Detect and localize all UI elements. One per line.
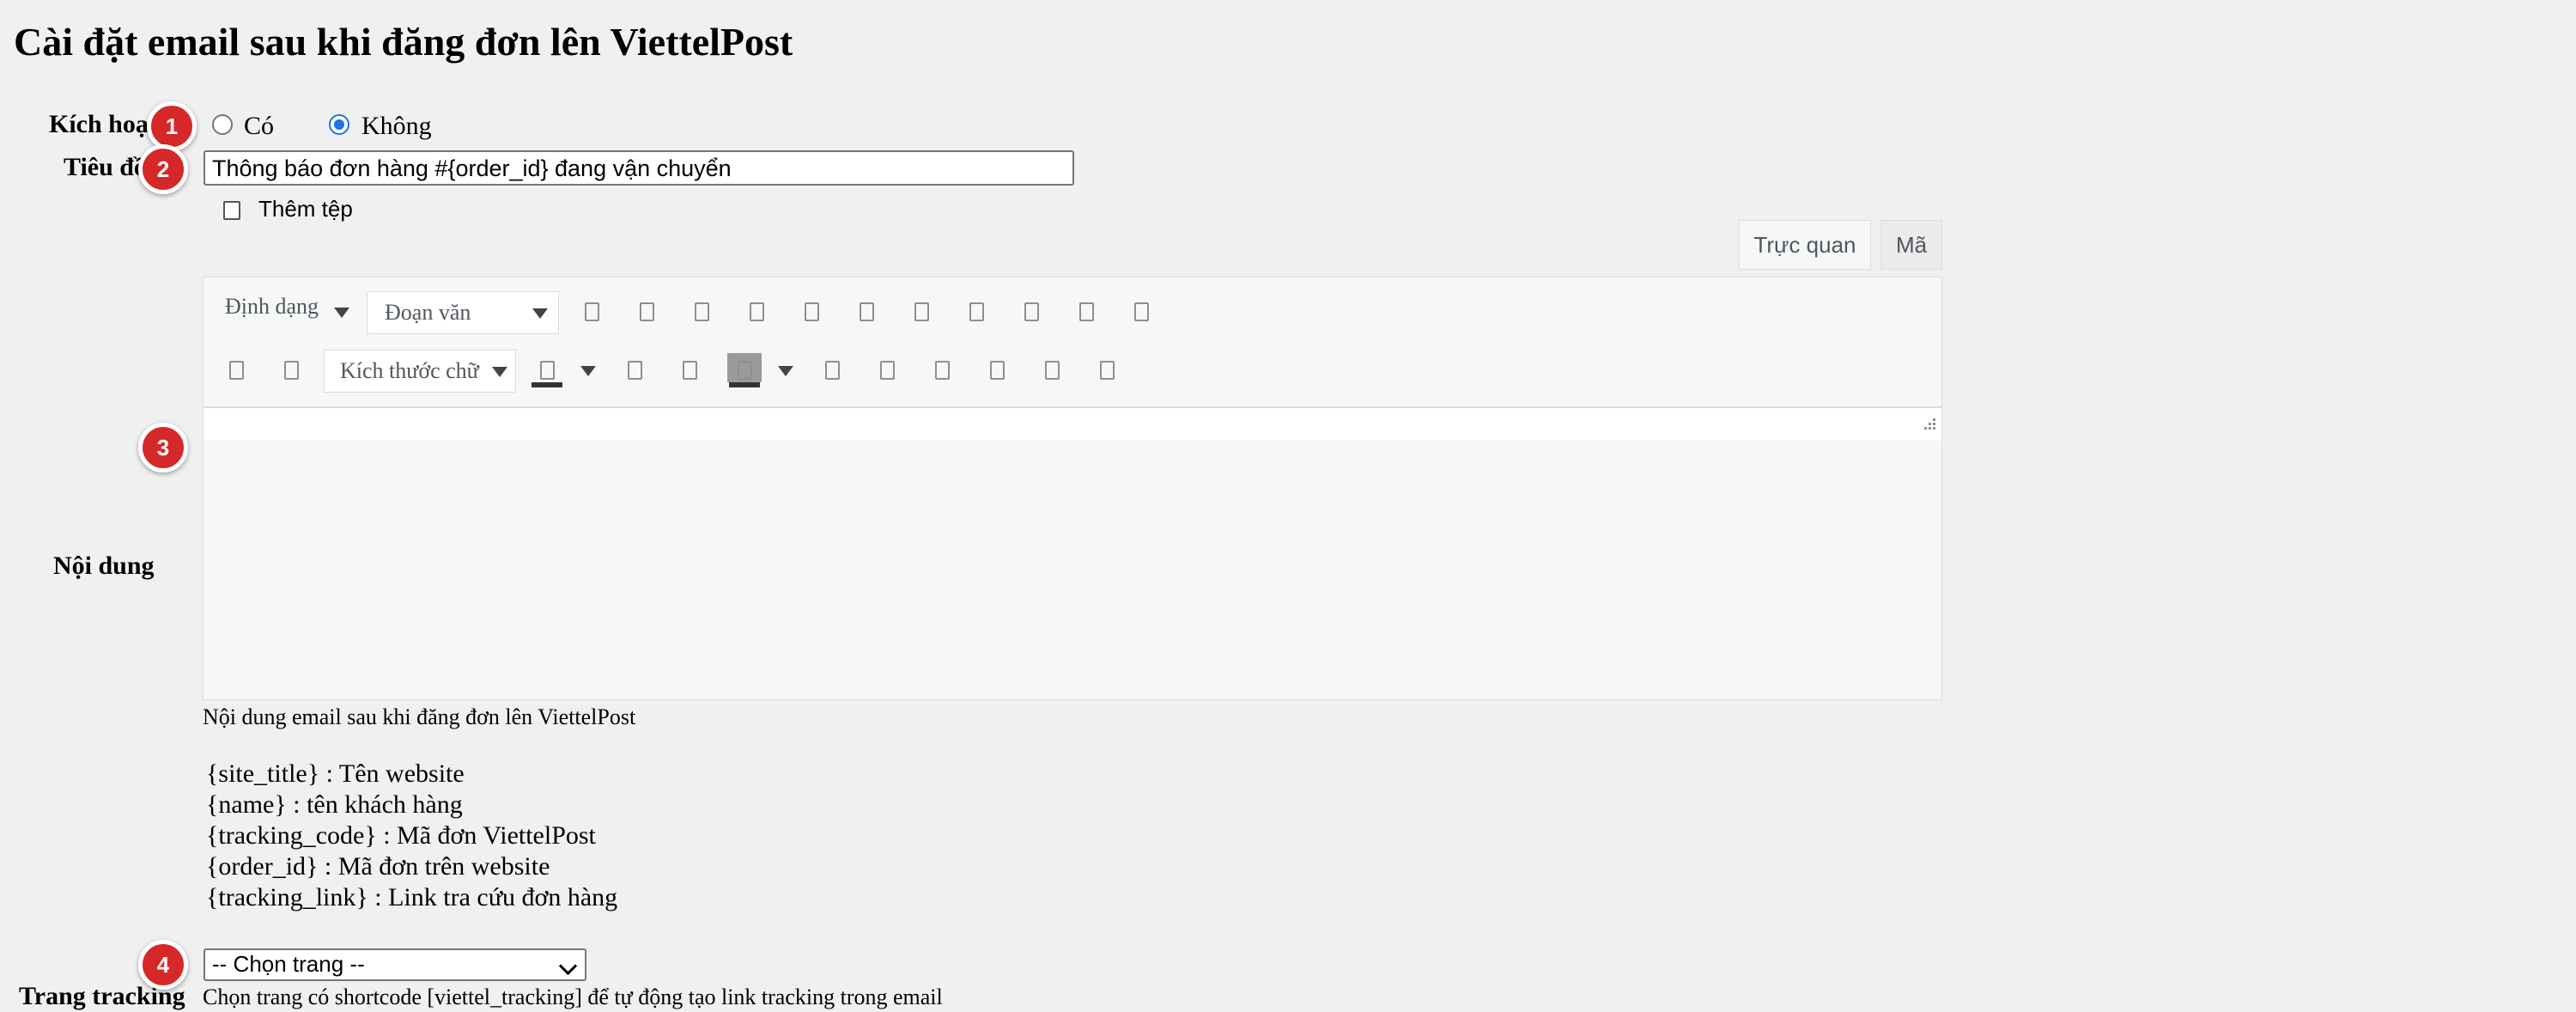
- align-right-icon[interactable]: [969, 302, 984, 321]
- toolbar-toggle-icon[interactable]: [1134, 302, 1149, 321]
- text-color-bar: [532, 382, 562, 387]
- resize-handle-icon[interactable]: [1921, 417, 1936, 432]
- paragraph-caret-icon: [532, 308, 548, 319]
- undo-icon[interactable]: [990, 361, 1005, 380]
- shortcode-item: {name} : tên khách hàng: [206, 790, 463, 819]
- tab-code[interactable]: Mã: [1880, 220, 1942, 270]
- editor-text-area[interactable]: [204, 408, 1941, 441]
- add-file-checkbox[interactable]: [223, 201, 240, 220]
- clear-format-icon[interactable]: [683, 361, 697, 380]
- background-color-icon[interactable]: [738, 361, 752, 380]
- background-color-caret-icon[interactable]: [778, 366, 793, 376]
- step-badge-3: 3: [138, 423, 188, 472]
- tracking-page-select[interactable]: -- Chọn trang --: [204, 948, 586, 981]
- content-label: Nội dung: [53, 552, 155, 580]
- paragraph-select[interactable]: Đoạn văn: [367, 291, 559, 334]
- step-badge-4: 4: [138, 940, 188, 990]
- paste-text-icon[interactable]: [628, 361, 642, 380]
- format-caret-icon: [334, 308, 349, 318]
- outdent-icon[interactable]: [880, 361, 895, 380]
- activate-radio-yes[interactable]: [212, 114, 233, 135]
- step-badge-2: 2: [138, 144, 188, 194]
- font-size-select-label: Kích thước chữ: [340, 358, 479, 383]
- content-description: Nội dung email sau khi đăng đơn lên Viet…: [203, 704, 636, 729]
- italic-icon[interactable]: [640, 302, 654, 321]
- help-icon[interactable]: [1100, 361, 1115, 380]
- activate-label: Kích hoạt: [49, 110, 157, 138]
- editor-toolbar: Định dạng Đoạn văn Kích thước chữ: [204, 277, 1941, 408]
- activate-option-yes: Có: [244, 112, 275, 140]
- special-char-icon[interactable]: [825, 361, 840, 380]
- unlink-icon[interactable]: [1079, 302, 1094, 321]
- step-badge-1: 1: [147, 101, 197, 151]
- subject-label: Tiêu đề: [64, 153, 146, 181]
- content-editor[interactable]: Định dạng Đoạn văn Kích thước chữ: [203, 277, 1942, 700]
- bold-icon[interactable]: [585, 302, 599, 321]
- text-color-icon[interactable]: [540, 361, 555, 380]
- select-chevron-icon: [558, 956, 578, 976]
- blockquote-icon[interactable]: [805, 302, 819, 321]
- shortcode-item: {site_title} : Tên website: [206, 759, 465, 788]
- tracking-description: Chọn trang có shortcode [viettel_trackin…: [203, 985, 943, 1009]
- subject-input[interactable]: Thông báo đơn hàng #{order_id} đang vận …: [204, 150, 1074, 186]
- shortcode-item: {order_id} : Mã đơn trên website: [206, 852, 550, 881]
- format-menu-button[interactable]: Định dạng: [225, 294, 319, 320]
- link-icon[interactable]: [1024, 302, 1039, 321]
- align-center-icon[interactable]: [914, 302, 929, 321]
- strikethrough-icon[interactable]: [229, 361, 244, 380]
- horizontal-line-icon[interactable]: [284, 361, 299, 380]
- text-color-caret-icon[interactable]: [580, 366, 596, 376]
- background-color-bar: [729, 382, 760, 387]
- tab-visual[interactable]: Trực quan: [1739, 220, 1871, 270]
- indent-icon[interactable]: [935, 361, 950, 380]
- bullet-list-icon[interactable]: [695, 302, 709, 321]
- align-left-icon[interactable]: [860, 302, 874, 321]
- paragraph-select-label: Đoạn văn: [385, 300, 471, 325]
- tracking-page-selected: -- Chọn trang --: [212, 951, 365, 977]
- font-size-caret-icon: [492, 367, 507, 377]
- redo-icon[interactable]: [1045, 361, 1060, 380]
- page-title: Cài đặt email sau khi đăng đơn lên Viett…: [14, 20, 793, 64]
- add-file-label[interactable]: Thêm tệp: [258, 196, 353, 223]
- font-size-select[interactable]: Kích thước chữ: [324, 350, 516, 393]
- numbered-list-icon[interactable]: [750, 302, 764, 321]
- activate-option-no: Không: [361, 112, 432, 140]
- shortcode-item: {tracking_code} : Mã đơn ViettelPost: [206, 821, 596, 850]
- shortcode-item: {tracking_link} : Link tra cứu đơn hàng: [206, 883, 618, 911]
- activate-radio-no[interactable]: [329, 114, 349, 135]
